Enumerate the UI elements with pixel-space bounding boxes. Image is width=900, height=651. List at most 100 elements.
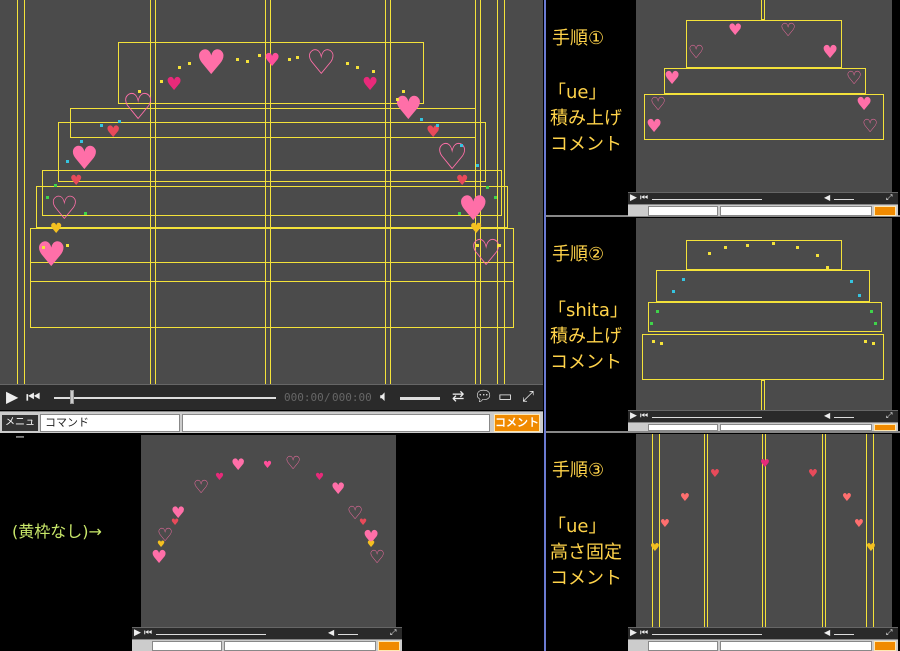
volume-slider[interactable]: [400, 397, 440, 400]
time-separator: /: [324, 391, 331, 404]
heart-outline-icon: ♡: [650, 94, 667, 115]
heart-outline-icon: ♡: [436, 137, 469, 178]
frame-tier-3: [644, 94, 884, 140]
volume-icon[interactable]: ◀: [824, 412, 830, 420]
comment-input[interactable]: [720, 424, 872, 431]
seek-handle[interactable]: [70, 390, 74, 404]
heart-icon: ♥: [664, 68, 681, 89]
heart-icon: ♥: [680, 491, 690, 504]
fullscreen-icon[interactable]: ⤢: [886, 412, 892, 420]
frame-tier-2: [664, 68, 866, 94]
fullscreen-icon[interactable]: ⤢: [886, 194, 892, 202]
repeat-icon[interactable]: ⇄: [452, 389, 465, 404]
frame-pillar: [761, 0, 765, 20]
heart-icon: ♥: [196, 43, 227, 83]
comment-submit-button[interactable]: [874, 641, 896, 651]
comment-input[interactable]: [182, 414, 490, 432]
rewind-icon[interactable]: ⏮: [26, 389, 40, 405]
no-frame-note: (黄枠なし)→: [12, 522, 102, 541]
heart-icon: ♥: [263, 460, 272, 471]
frame-tier-4: [42, 170, 502, 216]
rewind-icon[interactable]: ⏮: [640, 194, 648, 203]
volume-slider[interactable]: [338, 634, 358, 635]
main-video-screen[interactable]: ♥ ♡ ♥ ♥ ♥ ♡ ♥ ♥ ♥ ♥ ♡ ♥ ♥ ♡ ♥ ♥ ♥ ♥ ♡: [0, 0, 543, 384]
heart-icon: ♥: [822, 42, 839, 63]
frame-tier-3: [648, 302, 882, 332]
play-icon[interactable]: ▶: [6, 389, 18, 405]
heart-icon: ♥: [842, 491, 852, 504]
heart-icon: ♥: [331, 479, 346, 498]
play-icon[interactable]: ▶: [630, 629, 637, 638]
heart-icon: ♥: [36, 235, 67, 275]
seek-bar[interactable]: [156, 634, 266, 635]
heart-outline-icon: ♡: [470, 233, 503, 274]
step-2-command: 「shita」: [548, 300, 628, 321]
seek-bar[interactable]: [652, 199, 762, 200]
comment-submit-button[interactable]: [874, 206, 896, 216]
heart-icon: ♥: [456, 173, 469, 189]
heart-outline-icon: ♡: [688, 42, 705, 63]
heart-icon: ♥: [70, 139, 99, 177]
fullscreen-icon[interactable]: ⤢: [886, 629, 892, 637]
heart-outline-icon: ♡: [369, 547, 386, 568]
heart-outline-icon: ♡: [285, 453, 302, 474]
seek-bar[interactable]: [652, 634, 762, 635]
step-3-video-screen[interactable]: ♥ ♥ ♥ ♥ ♥ ♥ ♥ ♥ ♥: [636, 434, 892, 627]
comment-toggle-icon[interactable]: 💬︎: [474, 389, 493, 404]
rewind-icon[interactable]: ⏮: [640, 412, 648, 421]
frame-outer-left: [17, 0, 25, 384]
seek-bar[interactable]: [54, 397, 276, 399]
volume-icon[interactable]: ◀: [824, 629, 830, 637]
comment-submit-button[interactable]: [874, 424, 896, 431]
command-input[interactable]: [648, 641, 718, 651]
frame-pillar-4: [822, 434, 826, 627]
time-current: 000:00: [284, 391, 324, 404]
command-input[interactable]: [648, 424, 718, 431]
play-icon[interactable]: ▶: [134, 629, 141, 638]
command-input[interactable]: [648, 206, 718, 216]
step-1-title: 手順①: [552, 28, 605, 49]
volume-slider[interactable]: [834, 199, 854, 200]
heart-outline-icon: ♡: [862, 116, 879, 137]
volume-slider[interactable]: [834, 634, 854, 635]
step-1-player-controls: ▶ ⏮ ◀ ⤢: [628, 192, 898, 204]
heart-icon: ♥: [760, 457, 770, 470]
heart-icon: ♥: [650, 541, 660, 554]
heart-icon: ♥: [394, 89, 423, 127]
seek-bar[interactable]: [652, 417, 762, 418]
volume-slider[interactable]: [834, 417, 854, 418]
step-2-video-screen[interactable]: [636, 218, 892, 410]
rewind-icon[interactable]: ⏮: [144, 629, 152, 638]
command-input[interactable]: [152, 641, 222, 651]
comment-submit-button[interactable]: コメント: [494, 414, 540, 432]
comment-input[interactable]: [720, 641, 872, 651]
step-3-comment-row: [628, 639, 898, 651]
preview-comment-row: [132, 639, 402, 651]
heart-icon: ♥: [728, 20, 743, 39]
comment-input[interactable]: [720, 206, 872, 216]
play-icon[interactable]: ▶: [630, 194, 637, 203]
heart-outline-icon: ♡: [846, 68, 863, 89]
fullscreen-icon[interactable]: ⤢: [522, 389, 534, 404]
volume-icon[interactable]: ◀: [824, 194, 830, 202]
heart-icon: ♥: [50, 221, 63, 237]
frame-tier-5: [36, 186, 508, 228]
frame-pillar: [761, 380, 765, 410]
volume-icon[interactable]: ◀: [328, 629, 334, 637]
volume-icon[interactable]: 🔈︎: [380, 389, 389, 404]
heart-icon: ♥: [166, 74, 183, 95]
step-1-desc-1: 積み上げ: [550, 108, 622, 129]
command-input[interactable]: コマンド: [40, 414, 180, 432]
rewind-icon[interactable]: ⏮: [640, 629, 648, 638]
step-1-video-screen[interactable]: ♥ ♡ ♡ ♥ ♥ ♡ ♡ ♥ ♥ ♡: [636, 0, 892, 192]
frame-outer-right: [497, 0, 505, 384]
menu-button[interactable]: メニュー: [2, 415, 38, 444]
fullscreen-icon[interactable]: ⤢: [390, 629, 396, 637]
comment-input[interactable]: [224, 641, 376, 651]
main-comment-row: メニュー コマンド コメント: [0, 411, 543, 444]
play-icon[interactable]: ▶: [630, 412, 637, 421]
tv-icon[interactable]: ▭: [498, 389, 512, 404]
preview-video-screen[interactable]: ♥ ♡ ♥ ♥ ♥ ♡ ♥ ♥ ♡ ♥ ♥ ♡ ♥ ♥ ♥ ♥ ♡: [141, 435, 396, 627]
heart-icon: ♥: [856, 94, 873, 115]
comment-submit-button[interactable]: [378, 641, 400, 651]
